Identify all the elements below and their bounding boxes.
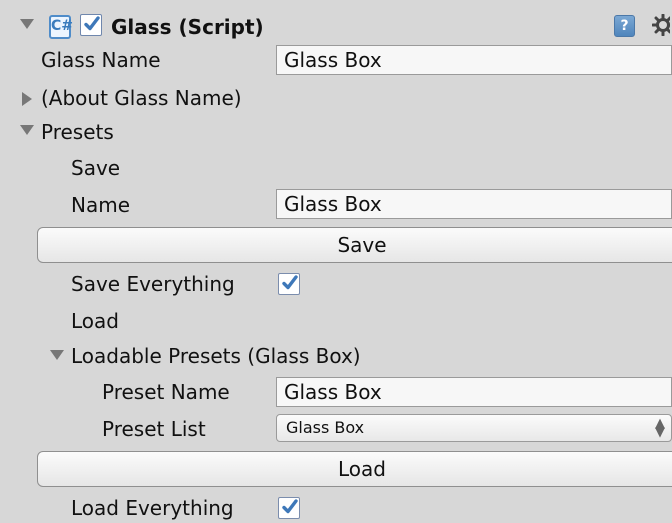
presets-collapse-triangle-icon[interactable]	[20, 125, 34, 135]
load-everything-label: Load Everything	[71, 496, 234, 520]
preset-name-label: Preset Name	[102, 380, 230, 404]
name-label: Name	[71, 193, 131, 217]
glass-name-field[interactable]: Glass Box	[276, 45, 672, 75]
preset-list-label: Preset List	[102, 417, 206, 441]
save-everything-checkbox[interactable]	[278, 273, 300, 295]
script-icon-text: C#	[51, 18, 74, 34]
inspector-panel: C# Glass (Script) ? Glass Name Glass Box…	[0, 0, 672, 523]
load-button[interactable]: Load	[37, 451, 672, 487]
help-icon[interactable]: ?	[614, 15, 635, 37]
preset-save-name-field[interactable]: Glass Box	[276, 189, 672, 219]
component-collapse-triangle-icon[interactable]	[20, 19, 34, 29]
checkbox-checked-icon	[282, 499, 298, 514]
save-section-label: Save	[71, 156, 121, 180]
script-icon: C#	[49, 15, 74, 39]
glass-name-label: Glass Name	[41, 48, 161, 72]
presets-label[interactable]: Presets	[41, 120, 114, 144]
load-everything-checkbox[interactable]	[278, 497, 300, 519]
about-glass-name-label[interactable]: (About Glass Name)	[41, 86, 242, 110]
component-enabled-checkbox[interactable]	[80, 14, 102, 36]
help-icon-text: ?	[620, 18, 629, 34]
save-button[interactable]: Save	[37, 227, 672, 263]
preset-list-dropdown[interactable]: Glass Box ▲ ▼	[276, 414, 672, 442]
loadable-presets-collapse-triangle-icon[interactable]	[50, 350, 64, 360]
dropdown-arrows-icon: ▲ ▼	[655, 416, 665, 440]
preset-list-selected-value: Glass Box	[286, 418, 365, 437]
preset-name-field[interactable]: Glass Box	[276, 377, 672, 407]
component-title: Glass (Script)	[111, 15, 264, 39]
save-everything-label: Save Everything	[71, 272, 235, 296]
checkbox-checked-icon	[84, 16, 100, 31]
checkbox-checked-icon	[282, 275, 298, 290]
about-glass-name-expand-triangle-icon[interactable]	[22, 92, 32, 106]
load-section-label: Load	[71, 309, 119, 333]
loadable-presets-label[interactable]: Loadable Presets (Glass Box)	[71, 344, 361, 368]
gear-icon[interactable]	[652, 14, 670, 36]
